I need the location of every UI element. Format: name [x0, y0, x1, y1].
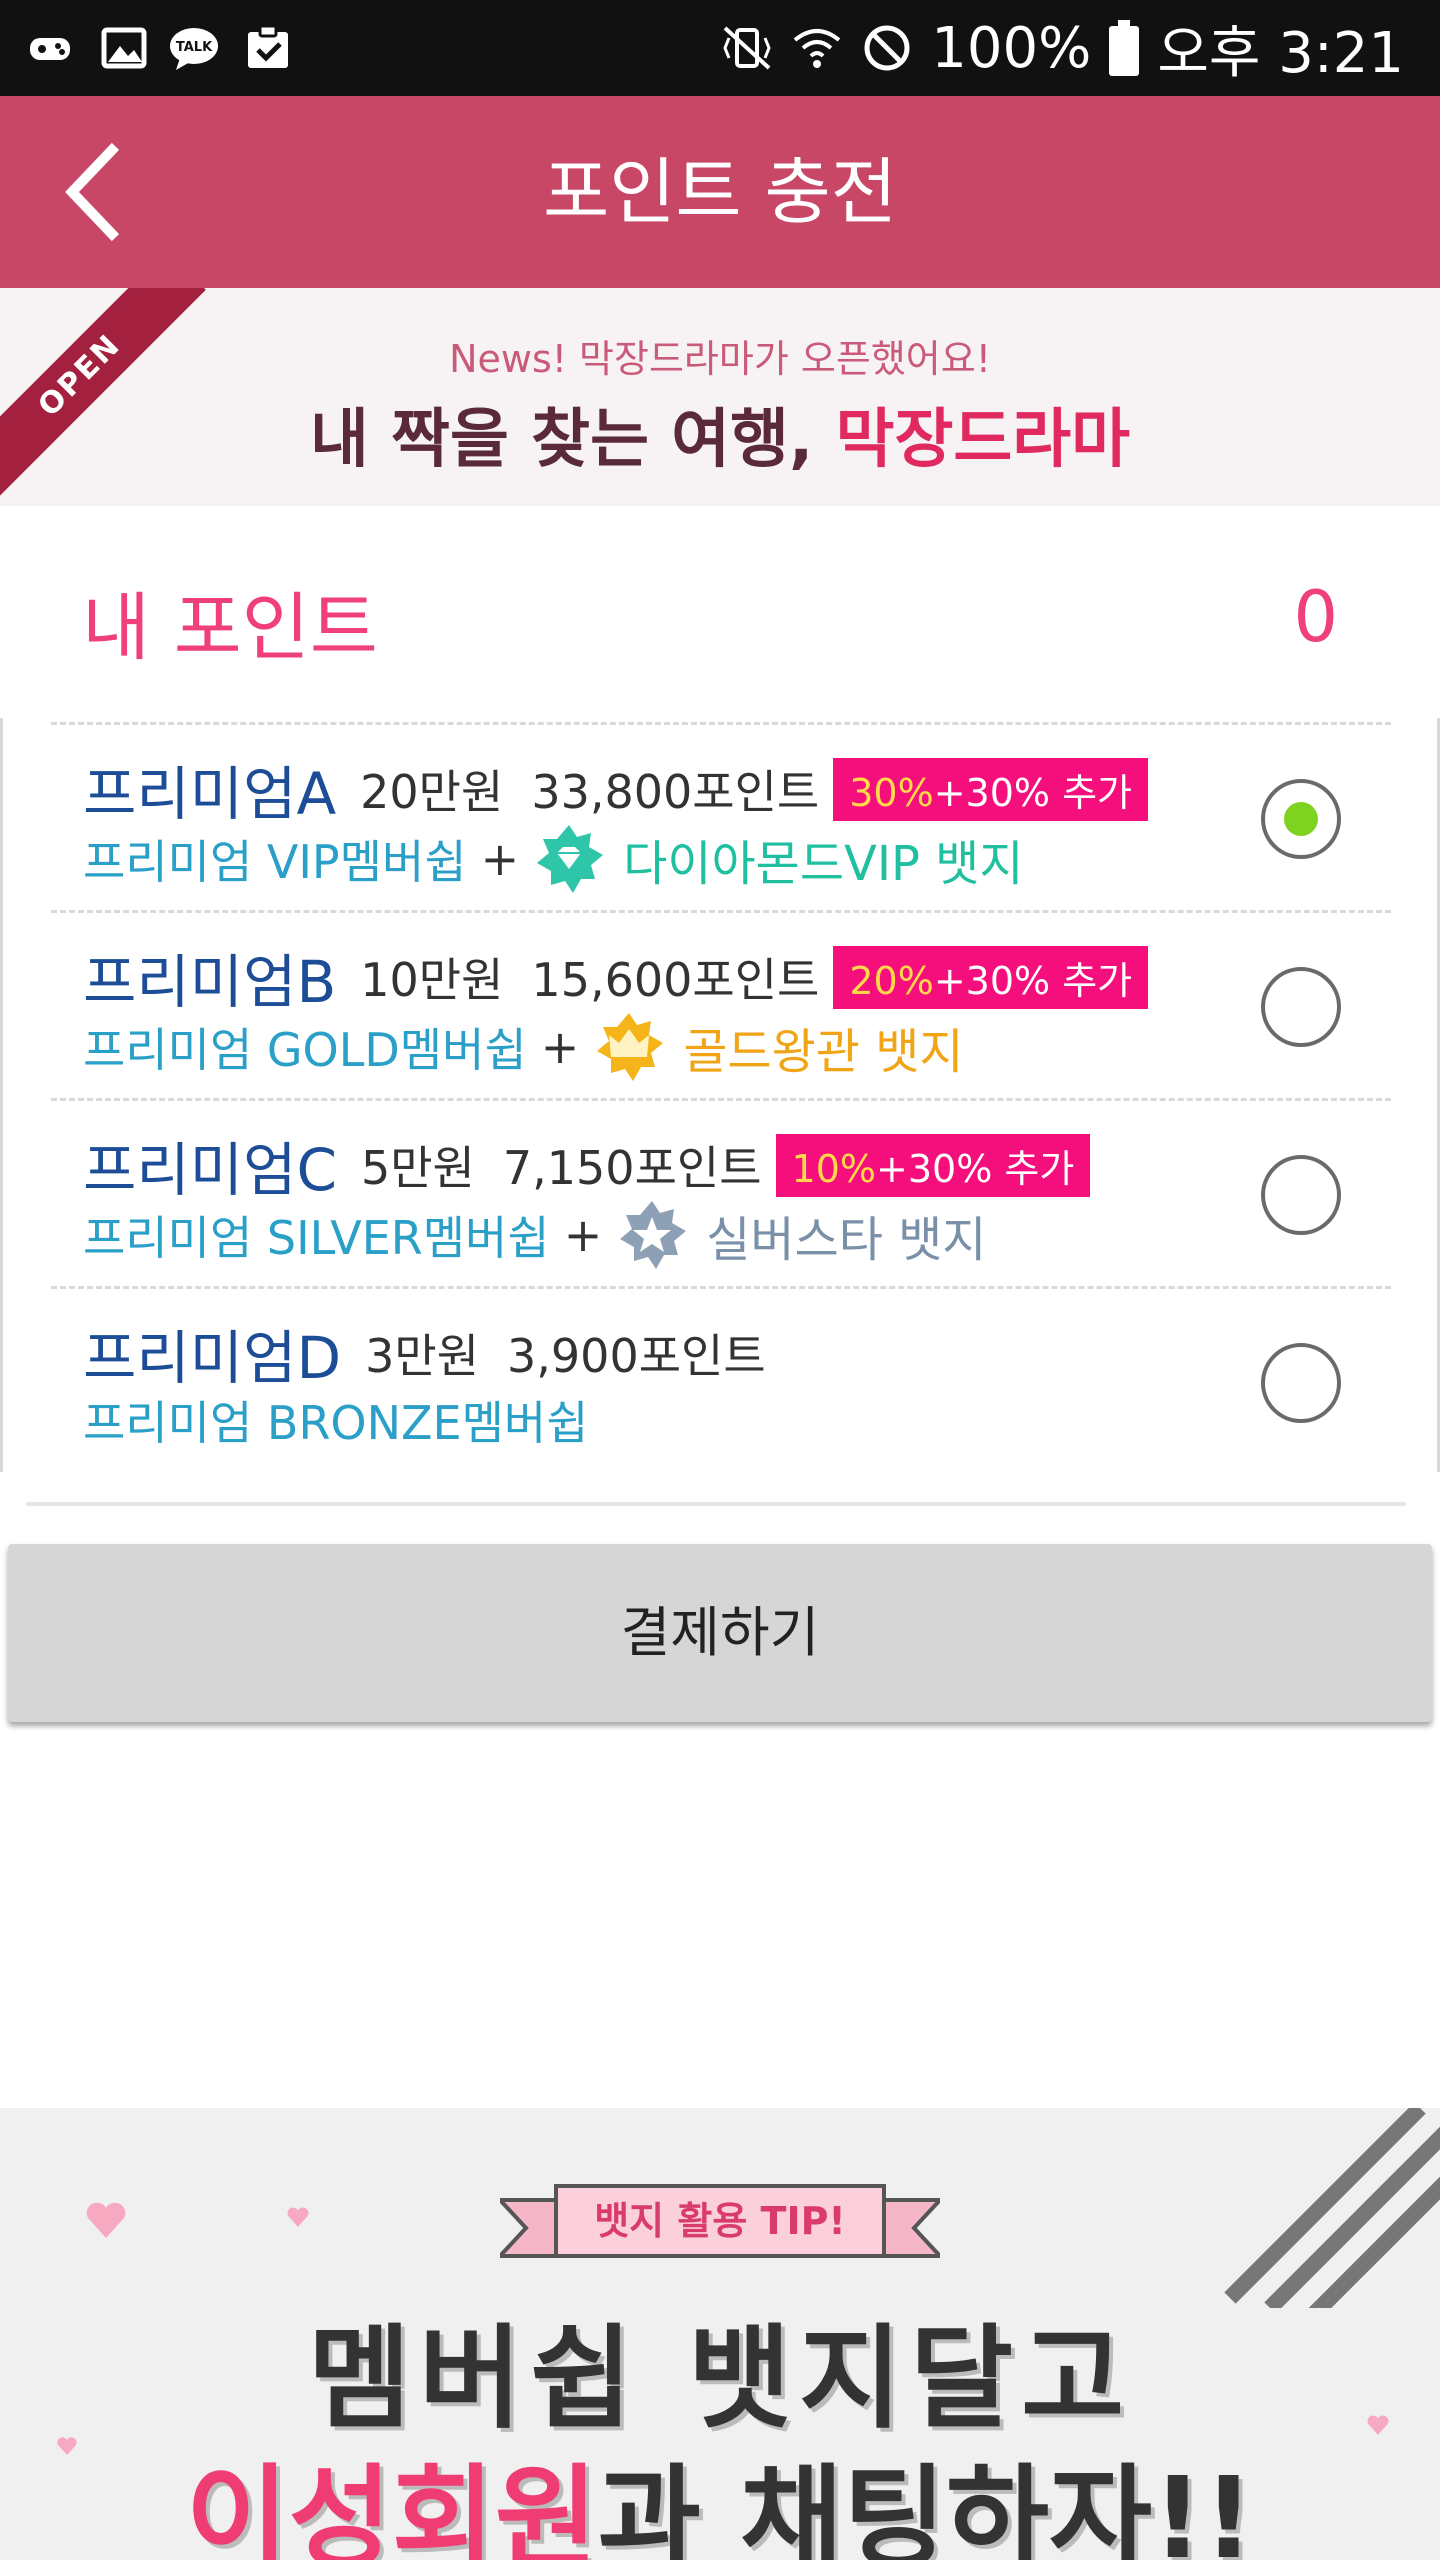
option-price: 3만원 — [365, 1329, 480, 1383]
bonus-percent: 20% — [849, 958, 934, 1003]
app-header: 포인트 충전 — [0, 96, 1440, 288]
news-headline: 내 짝을 찾는 여행, 막장드라마 — [0, 388, 1440, 480]
my-points-label: 내 포인트 — [82, 585, 378, 671]
badge-name: 실버스타 뱃지 — [706, 1212, 987, 1268]
option-name: 프리미엄C — [83, 1136, 337, 1204]
option-name: 프리미엄D — [83, 1324, 342, 1392]
option-price: 20만원 — [360, 765, 504, 819]
ad-headline-rest: 과 채팅하자!! — [597, 2454, 1255, 2560]
battery-icon — [1109, 20, 1140, 76]
my-points-section: 내 포인트 0 — [0, 506, 1440, 718]
bonus-percent: 30% — [849, 770, 934, 815]
option-name: 프리미엄A — [83, 760, 337, 828]
back-button[interactable] — [50, 142, 150, 242]
option-radio[interactable] — [1261, 967, 1341, 1047]
option-premium-b[interactable]: 프리미엄B 10만원 15,600포인트 20%+30% 추가 프리미엄 GOL… — [51, 910, 1391, 1099]
news-banner[interactable]: OPEN News! 막장드라마가 오픈했어요! 내 짝을 찾는 여행, 막장드… — [0, 288, 1440, 506]
news-headline-prefix: 내 짝을 찾는 여행, — [309, 403, 836, 477]
bonus-badge: 10%+30% 추가 — [775, 1133, 1091, 1197]
ad-headline-2: 이성회원과 채팅하자!! — [0, 2428, 1440, 2560]
option-price: 10만원 — [360, 953, 504, 1007]
bonus-rest: +30% 추가 — [876, 1146, 1075, 1191]
ad-headline-1: 멤버쉽 뱃지달고 — [307, 2314, 1133, 2444]
chevron-left-icon — [65, 142, 120, 242]
option-radio[interactable] — [1261, 1343, 1341, 1423]
wifi-icon — [794, 29, 841, 68]
battery-percent: 100% — [931, 15, 1092, 81]
membership-label: 프리미엄 SILVER멤버쉽 — [83, 1211, 550, 1265]
bonus-badge: 30%+30% 추가 — [833, 757, 1149, 821]
kakaotalk-icon: TALK — [170, 28, 218, 70]
gallery-icon — [101, 27, 147, 69]
star-icon — [620, 1201, 687, 1269]
option-premium-d[interactable]: 프리미엄D 3만원 3,900포인트 프리미엄 BRONZE멤버쉽 — [51, 1286, 1391, 1475]
pay-button[interactable]: 결제하기 — [8, 1544, 1432, 1722]
heart-icon — [86, 2202, 126, 2238]
my-points-value: 0 — [1293, 576, 1338, 658]
crown-icon — [597, 1013, 664, 1081]
page-title: 포인트 충전 — [542, 150, 898, 234]
option-points: 3,900포인트 — [507, 1329, 766, 1383]
blocked-icon — [864, 25, 910, 71]
decorative-stripes — [1224, 2108, 1440, 2308]
game-controller-icon — [30, 38, 70, 60]
option-premium-a[interactable]: 프리미엄A 20만원 33,800포인트 30%+30% 추가 프리미엄 VIP… — [51, 722, 1391, 911]
divider — [26, 1502, 1406, 1506]
clipboard-check-icon — [248, 24, 288, 68]
option-premium-c[interactable]: 프리미엄C 5만원 7,150포인트 10%+30% 추가 프리미엄 SILVE… — [51, 1098, 1391, 1287]
status-bar: TALK 100% 오후 3:21 — [0, 0, 1440, 96]
membership-label: 프리미엄 BRONZE멤버쉽 — [83, 1396, 589, 1450]
option-name: 프리미엄B — [83, 948, 337, 1016]
bonus-rest: +30% 추가 — [933, 958, 1133, 1003]
option-price: 5만원 — [360, 1141, 475, 1195]
tip-label: 뱃지 활용 TIP! — [594, 2199, 846, 2243]
membership-label: 프리미엄 GOLD멤버쉽 — [83, 1023, 527, 1077]
option-points: 7,150포인트 — [502, 1141, 762, 1195]
option-radio[interactable] — [1261, 1155, 1341, 1235]
bonus-rest: +30% 추가 — [933, 770, 1133, 815]
ad-headline-highlight: 이성회원 — [185, 2454, 598, 2560]
clock: 오후 3:21 — [1157, 20, 1404, 86]
news-headline-highlight: 막장드라마 — [835, 403, 1130, 477]
svg-text:TALK: TALK — [176, 40, 213, 55]
diamond-icon — [537, 825, 604, 893]
bonus-percent: 10% — [791, 1146, 876, 1191]
plus-sign: + — [563, 1208, 603, 1262]
bonus-badge: 20%+30% 추가 — [833, 945, 1149, 1009]
badge-tip-banner[interactable]: 뱃지 활용 TIP! 멤버쉽 뱃지달고 이성회원과 채팅하자!! — [0, 2108, 1440, 2560]
charge-options-list: 프리미엄A 20만원 33,800포인트 30%+30% 추가 프리미엄 VIP… — [0, 718, 1440, 1472]
badge-name: 다이아몬드VIP 뱃지 — [623, 836, 1024, 892]
option-points: 15,600포인트 — [531, 953, 820, 1007]
option-radio[interactable] — [1261, 779, 1341, 859]
plus-sign: + — [480, 832, 520, 886]
heart-icon — [287, 2207, 309, 2227]
option-points: 33,800포인트 — [531, 765, 820, 819]
membership-label: 프리미엄 VIP멤버쉽 — [83, 835, 467, 889]
vibrate-icon — [723, 26, 771, 70]
badge-name: 골드왕관 뱃지 — [683, 1024, 964, 1080]
news-subtitle: News! 막장드라마가 오픈했어요! — [449, 337, 991, 381]
plus-sign: + — [540, 1020, 580, 1074]
